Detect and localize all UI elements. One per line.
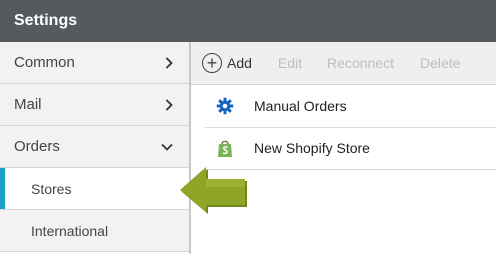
delete-button[interactable]: Delete [420, 55, 460, 71]
chevron-right-icon [165, 98, 173, 111]
sidebar-item-mail[interactable]: Mail [0, 84, 189, 126]
store-name: New Shopify Store [254, 140, 370, 156]
sidebar-item-orders[interactable]: Orders [0, 126, 189, 168]
add-button-label: Add [227, 55, 252, 71]
pointer-arrow-icon [180, 167, 247, 214]
sidebar: Common Mail Orders Stores International [0, 42, 191, 254]
store-row-manual-orders[interactable]: Manual Orders [205, 85, 496, 127]
store-row-new-shopify-store[interactable]: New Shopify Store [205, 127, 496, 169]
sidebar-item-common[interactable]: Common [0, 42, 189, 84]
edit-button[interactable]: Edit [278, 55, 302, 71]
reconnect-button[interactable]: Reconnect [327, 55, 394, 71]
sidebar-item-label: Mail [14, 96, 42, 113]
add-button[interactable]: + Add [202, 53, 252, 73]
settings-title-bar: Settings [0, 0, 496, 42]
chevron-down-icon [161, 143, 173, 151]
chevron-right-icon [165, 56, 173, 69]
sidebar-item-stores[interactable]: Stores [0, 168, 189, 210]
shopify-bag-icon [205, 139, 245, 158]
plus-circle-icon: + [202, 53, 222, 73]
sidebar-item-label: Common [14, 54, 75, 71]
store-name: Manual Orders [254, 98, 347, 114]
page-title: Settings [14, 12, 78, 29]
sidebar-item-international[interactable]: International [0, 210, 189, 252]
sidebar-item-label: Orders [14, 138, 60, 155]
sidebar-item-label: International [31, 222, 109, 239]
gear-icon [205, 97, 245, 115]
stores-toolbar: + Add Edit Reconnect Delete [191, 42, 496, 85]
sidebar-item-label: Stores [31, 180, 72, 197]
